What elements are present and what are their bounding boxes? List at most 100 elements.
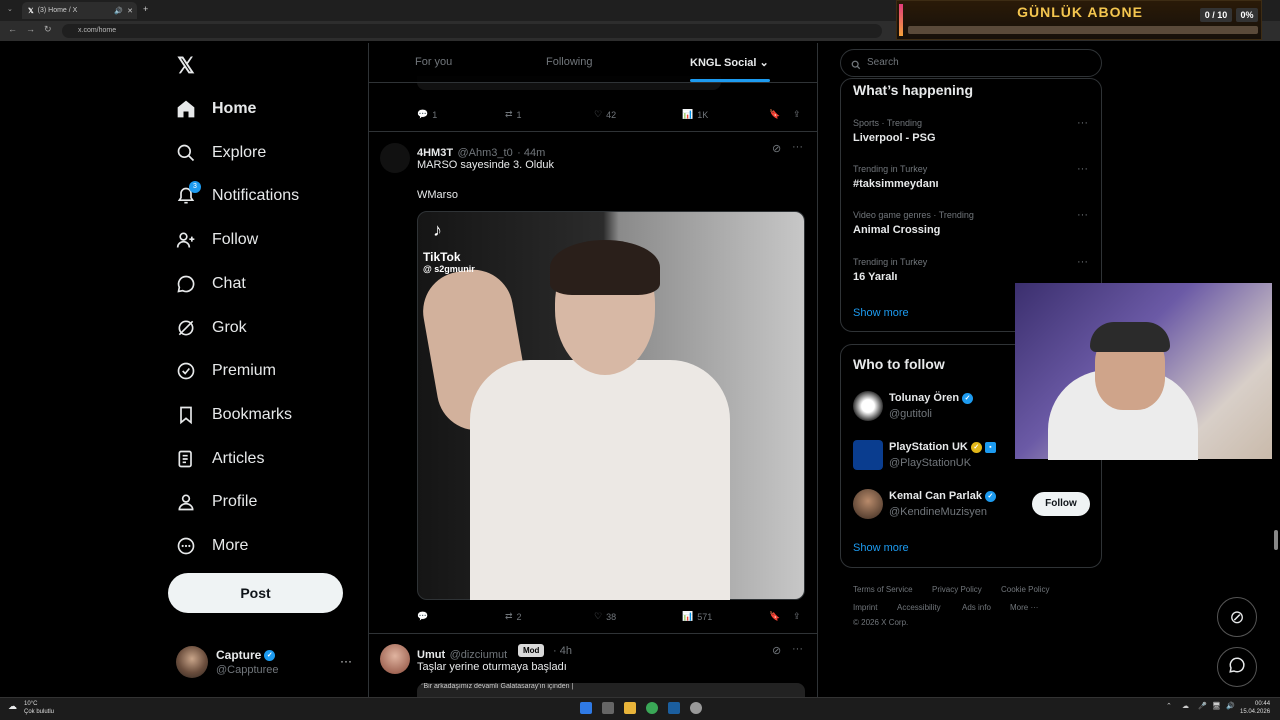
reload-icon[interactable]: ↻ (44, 24, 52, 35)
tweet-author-name[interactable]: 4HM3T (417, 147, 453, 159)
tray-chevron-icon[interactable]: ⌃ (1166, 702, 1172, 710)
account-more-icon[interactable]: ··· (340, 654, 352, 668)
tab-for-you[interactable]: For you (415, 56, 452, 68)
tab-close-icon[interactable]: ✕ (127, 7, 133, 15)
grok-icon[interactable]: ⊘ (772, 142, 781, 155)
show-more-trends-link[interactable]: Show more (853, 307, 909, 319)
nav-articles[interactable]: Articles (176, 439, 264, 479)
tweet-avatar[interactable] (380, 644, 410, 674)
weather-icon[interactable]: ☁ (8, 701, 17, 712)
trend-more-icon[interactable]: ··· (1077, 209, 1088, 221)
tab-list-icon[interactable]: ⌄ (7, 5, 13, 13)
steam-icon[interactable] (668, 702, 680, 714)
trend-more-icon[interactable]: ··· (1077, 256, 1088, 268)
avatar[interactable] (853, 391, 883, 421)
trend-name[interactable]: #taksimmeydanı (853, 178, 939, 190)
trend-more-icon[interactable]: ··· (1077, 117, 1088, 129)
tray-mic-icon[interactable]: 🎤 (1198, 702, 1207, 710)
chrome-icon[interactable] (646, 702, 658, 714)
tweet-time[interactable]: · 44m (517, 147, 545, 159)
x-favicon-icon: 𝕏 (28, 7, 34, 15)
new-tab-icon[interactable]: + (143, 4, 148, 14)
forward-icon[interactable]: → (26, 24, 35, 34)
windows-start-icon[interactable] (580, 702, 592, 714)
tweet-time[interactable]: · 4h (553, 645, 572, 657)
tab-following[interactable]: Following (546, 56, 592, 68)
back-icon[interactable]: ← (8, 24, 17, 34)
nav-bookmarks[interactable]: Bookmarks (176, 395, 292, 435)
nav-premium[interactable]: Premium (176, 351, 276, 391)
views-button[interactable]: 📊 571 (682, 611, 712, 622)
share-button[interactable]: ⇪ (793, 109, 801, 120)
footer-imprint-link[interactable]: Imprint (853, 603, 877, 612)
x-logo-icon[interactable]: 𝕏 (177, 53, 195, 79)
nav-more[interactable]: More (176, 526, 248, 566)
tweet-author-handle[interactable]: @dizciumut (450, 649, 508, 661)
nav-grok[interactable]: Grok (176, 308, 247, 348)
nav-notifications[interactable]: 3 Notifications (176, 176, 299, 216)
footer-more-link[interactable]: More ··· (1010, 603, 1038, 612)
tray-cloud-icon[interactable]: ☁ (1182, 702, 1189, 710)
footer-accessibility-link[interactable]: Accessibility (897, 603, 941, 612)
suggested-user-name[interactable]: Tolunay Ören ✓ (889, 392, 974, 404)
footer-privacy-link[interactable]: Privacy Policy (932, 585, 982, 594)
scrollbar-thumb[interactable] (1274, 530, 1278, 550)
preview-caption: "Bir arkadaşımız devamlı Galatasaray'ın … (421, 683, 574, 690)
page-scrollbar[interactable] (1272, 43, 1280, 697)
post-button[interactable]: Post (168, 573, 343, 613)
nav-profile[interactable]: Profile (176, 482, 257, 522)
like-button[interactable]: ♡ 38 (594, 611, 616, 622)
nav-chat[interactable]: Chat (176, 264, 246, 304)
url-input[interactable]: x.com/home (62, 24, 882, 38)
weather-widget[interactable]: 10°C Çok bulutlu (24, 700, 54, 716)
nav-notifications-label: Notifications (212, 187, 300, 204)
footer-terms-link[interactable]: Terms of Service (853, 585, 913, 594)
views-button[interactable]: 📊 1K (682, 109, 708, 120)
tweet-more-icon[interactable]: ··· (792, 643, 803, 655)
tab-kngl-social[interactable]: KNGL Social ⌄ (690, 56, 769, 69)
nav-follow[interactable]: Follow (176, 220, 258, 260)
taskbar-clock[interactable]: 00:44 15.04.2026 (1240, 700, 1270, 716)
nav-chat-label: Chat (212, 275, 246, 292)
grok-floating-button[interactable]: ⊘ (1217, 597, 1257, 637)
trend-more-icon[interactable]: ··· (1077, 163, 1088, 175)
share-button[interactable]: ⇪ (793, 611, 801, 622)
obs-icon[interactable] (690, 702, 702, 714)
bookmark-button[interactable]: 🔖 (769, 109, 780, 120)
file-explorer-icon[interactable] (624, 702, 636, 714)
tweet-more-icon[interactable]: ··· (792, 141, 803, 153)
suggested-user-name[interactable]: PlayStation UK ✓ ▪ (889, 441, 996, 453)
suggested-user-handle: @PlayStationUK (889, 457, 972, 469)
tiktok-watermark: TikTok (423, 250, 461, 264)
playstation-logo-icon[interactable] (853, 440, 883, 470)
tray-network-icon[interactable]: 🖥 (1212, 702, 1221, 710)
reply-button[interactable]: 💬 (417, 611, 432, 622)
avatar[interactable] (853, 489, 883, 519)
browser-tab[interactable]: 𝕏 (3) Home / X 🔊 ✕ (22, 2, 137, 19)
like-button[interactable]: ♡ 42 (594, 109, 616, 120)
repost-button[interactable]: ⇄ 1 (505, 109, 522, 120)
tweet-author-handle[interactable]: @Ahm3_t0 (458, 147, 513, 159)
repost-button[interactable]: ⇄ 2 (505, 611, 522, 622)
trend-name[interactable]: Animal Crossing (853, 224, 940, 236)
nav-home[interactable]: Home (176, 89, 256, 129)
search-input[interactable]: Search (840, 49, 1102, 77)
tweet-media-preview[interactable]: "Bir arkadaşımız devamlı Galatasaray'ın … (417, 683, 805, 697)
chat-floating-button[interactable] (1217, 647, 1257, 687)
task-view-icon[interactable] (602, 702, 614, 714)
footer-ads-link[interactable]: Ads info (962, 603, 991, 612)
nav-explore[interactable]: Explore (176, 133, 266, 173)
suggested-user-name[interactable]: Kemal Can Parlak ✓ (889, 490, 996, 502)
bookmark-button[interactable]: 🔖 (769, 611, 780, 622)
tab-audio-icon[interactable]: 🔊 (114, 7, 123, 15)
trend-name[interactable]: Liverpool - PSG (853, 132, 936, 144)
show-more-follows-link[interactable]: Show more (853, 542, 909, 554)
tweet-avatar[interactable] (380, 143, 410, 173)
follow-button[interactable]: Follow (1032, 492, 1090, 516)
trend-name[interactable]: 16 Yaralı (853, 271, 897, 283)
tray-volume-icon[interactable]: 🔊 (1226, 702, 1235, 710)
tweet-author-name[interactable]: Umut (417, 649, 445, 661)
footer-cookie-link[interactable]: Cookie Policy (1001, 585, 1049, 594)
grok-icon[interactable]: ⊘ (772, 644, 781, 657)
reply-button[interactable]: 💬 1 (417, 109, 437, 120)
